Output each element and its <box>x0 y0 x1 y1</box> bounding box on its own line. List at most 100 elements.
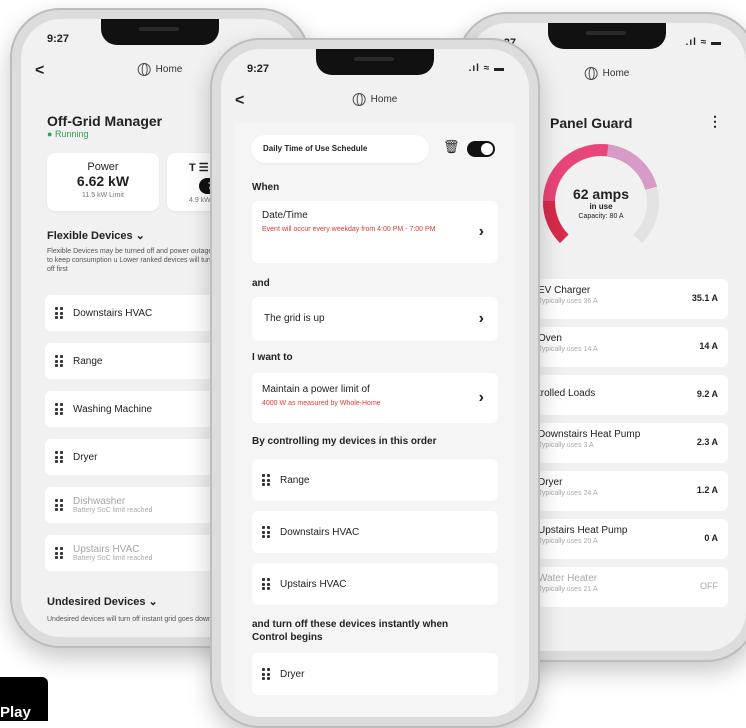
notch <box>316 49 434 75</box>
ordered-device-row[interactable]: Upstairs HVAC <box>252 563 498 605</box>
app-title: Off-Grid Manager <box>47 113 163 129</box>
device-name: Dryer <box>280 668 305 680</box>
chevron-right-icon: › <box>478 310 484 327</box>
turnoff-label: and turn off these devices instantly whe… <box>252 619 449 643</box>
order-label: By controlling my devices in this order <box>252 436 437 447</box>
turnoff-device-row[interactable]: Dryer <box>252 653 498 695</box>
home-link[interactable]: Home <box>584 67 630 80</box>
status-running: ● Running <box>47 129 89 139</box>
ordered-device-row[interactable]: Downstairs HVAC <box>252 511 498 553</box>
device-text: Dishwasher Battery SoC limit reached <box>73 496 152 514</box>
back-chevron-icon[interactable]: < <box>235 91 244 111</box>
load-row[interactable]: EV Charger Typically uses 36 A 35.1 A <box>538 279 728 319</box>
flexible-heading[interactable]: Flexible Devices ⌄ <box>47 229 145 242</box>
load-value: OFF <box>700 581 718 591</box>
device-status: Battery SoC limit reached <box>73 555 153 562</box>
home-link[interactable]: Home <box>137 63 183 76</box>
chevron-right-icon: › <box>478 389 484 406</box>
action-title: Maintain a power limit of <box>262 384 370 395</box>
load-value: 35.1 A <box>691 293 718 303</box>
load-value: 14 A <box>699 341 718 351</box>
power-limit-row[interactable]: Maintain a power limit of 4000 W as meas… <box>252 373 498 423</box>
second-card-label: T ☰ <box>189 161 209 174</box>
gauge-center: 62 amps in use Capacity: 80 A <box>536 186 666 220</box>
grid-condition-row[interactable]: The grid is up › <box>252 297 498 341</box>
when-label: When <box>252 182 280 193</box>
device-name: Range <box>280 474 310 486</box>
play-badge-text: Play <box>0 704 31 721</box>
load-value: 9.2 A <box>696 389 718 399</box>
home-label: Home <box>370 94 398 105</box>
app-header: Off-Grid Manager ● Running <box>47 113 162 139</box>
load-row[interactable]: trolled Loads 9.2 A <box>538 375 728 415</box>
device-name: Downstairs HVAC <box>73 307 153 319</box>
drag-handle-icon[interactable] <box>262 578 270 590</box>
undesired-description: Undesired devices will turn off instant … <box>47 616 214 623</box>
undesired-heading-label: Undesired Devices <box>47 596 146 608</box>
load-row[interactable]: Upstairs Heat Pump Typically uses 20 A 0 A <box>538 519 728 559</box>
want-label: I want to <box>252 352 293 363</box>
load-row[interactable]: Oven Typically uses 14 A 14 A <box>538 327 728 367</box>
drag-handle-icon[interactable] <box>55 547 63 559</box>
undesired-heading[interactable]: Undesired Devices ⌄ <box>47 595 158 608</box>
globe-icon <box>137 63 151 76</box>
power-card: Power 6.62 kW 11.5 kW Limit <box>47 153 159 211</box>
drag-handle-icon[interactable] <box>262 526 270 538</box>
home-label: Home <box>155 64 183 75</box>
drag-handle-icon[interactable] <box>55 355 63 367</box>
second-card-sub: 4.9 kW <box>189 197 211 204</box>
flexible-description: Flexible Devices may be turned off and p… <box>47 248 214 273</box>
middle-phone: 9:27 .ıl ≈ ▬ < Home Daily Time of Use Sc… <box>210 38 540 728</box>
nav-bar: < Home <box>221 91 529 115</box>
load-row[interactable]: Downstairs Heat Pump Typically uses 3 A 2.… <box>538 423 728 463</box>
back-chevron-icon[interactable]: < <box>35 61 44 81</box>
load-name: Upstairs Heat Pump <box>538 525 628 536</box>
device-status: Battery SoC limit reached <box>73 507 153 514</box>
globe-icon <box>584 67 598 80</box>
signal-wifi-battery-icon: .ıl ≈ ▬ <box>685 37 722 48</box>
device-name: Upstairs HVAC <box>73 544 140 555</box>
chevron-down-icon: ⌄ <box>148 596 158 608</box>
device-name: Washing Machine <box>73 403 153 415</box>
drag-handle-icon[interactable] <box>55 403 63 415</box>
chevron-right-icon: › <box>478 223 484 240</box>
home-link[interactable]: Home <box>352 93 398 106</box>
date-time-row[interactable]: Date/Time Event will occur every weekday… <box>252 201 498 263</box>
schedule-name-field[interactable]: Daily Time of Use Schedule <box>251 135 429 163</box>
and-label: and <box>252 278 270 289</box>
device-name: Dryer <box>73 451 98 463</box>
kebab-menu-icon[interactable]: ⋮ <box>708 113 722 130</box>
device-name: Range <box>73 355 103 367</box>
load-row[interactable]: Dryer Typically uses 24 A 1.2 A <box>538 471 728 511</box>
globe-icon <box>352 93 366 106</box>
second-card-title: T <box>189 162 196 174</box>
action-detail: 4000 W as measured by Whole-Home <box>262 400 381 407</box>
schedule-toggle[interactable] <box>467 141 495 157</box>
load-value: 0 A <box>704 533 718 543</box>
status-text: Running <box>54 129 89 139</box>
load-row[interactable]: Water Heater Typically uses 21 A OFF <box>538 567 728 607</box>
ordered-device-row[interactable]: Range <box>252 459 498 501</box>
notch <box>101 19 219 45</box>
trash-icon[interactable]: 🗑 <box>443 139 460 155</box>
date-time-detail: Event will occur every weekday from 4:00… <box>262 226 436 233</box>
power-value: 6.62 kW <box>76 173 130 189</box>
device-name: Dishwasher <box>73 496 126 507</box>
play-store-badge[interactable]: Play <box>0 677 48 721</box>
gauge-value: 62 amps <box>572 186 630 202</box>
drag-handle-icon[interactable] <box>262 668 270 680</box>
load-typical: Typically uses 20 A <box>538 538 598 545</box>
power-limit: 11.5 kW Limit <box>82 192 124 199</box>
middle-screen: 9:27 .ıl ≈ ▬ < Home Daily Time of Use Sc… <box>221 49 529 717</box>
drag-handle-icon[interactable] <box>55 451 63 463</box>
flexible-heading-label: Flexible Devices <box>47 230 133 242</box>
gauge-capacity: Capacity: 80 A <box>578 213 624 220</box>
drag-handle-icon[interactable] <box>262 474 270 486</box>
drag-handle-icon[interactable] <box>55 499 63 511</box>
drag-handle-icon[interactable] <box>55 307 63 319</box>
power-label: Power <box>87 161 119 173</box>
chevron-down-icon: ⌄ <box>135 230 145 242</box>
status-time: 9:27 <box>247 63 270 75</box>
home-label: Home <box>602 68 630 79</box>
signal-wifi-battery-icon: .ıl ≈ ▬ <box>468 63 505 74</box>
